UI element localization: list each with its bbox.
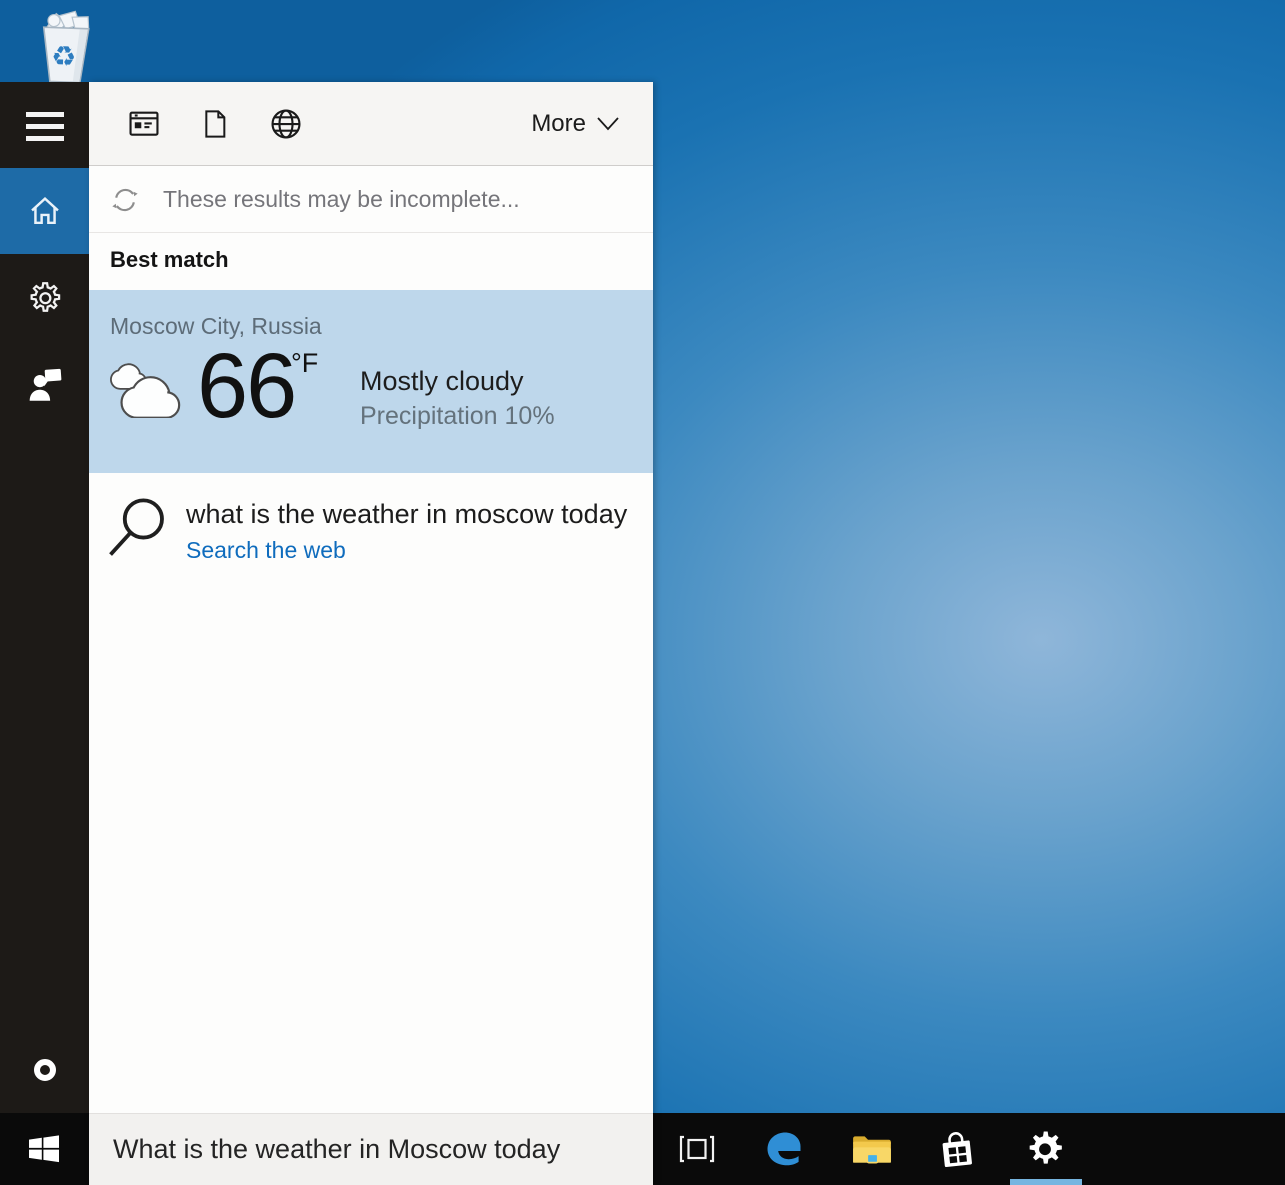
filter-web-button[interactable]	[269, 107, 303, 141]
more-dropdown[interactable]: More	[531, 110, 620, 138]
gear-icon	[1025, 1129, 1065, 1169]
cortana-button[interactable]	[0, 1040, 89, 1100]
sidebar-item-menu[interactable]	[0, 96, 89, 156]
section-header-best-match: Best match	[110, 247, 229, 273]
weather-condition: Mostly cloudy	[360, 366, 524, 397]
filter-apps-button[interactable]	[127, 107, 161, 141]
screen: ♻	[0, 0, 1285, 1185]
weather-precipitation: Precipitation 10%	[360, 402, 555, 431]
svg-text:♻: ♻	[51, 39, 77, 73]
cortana-circle-icon	[34, 1059, 56, 1081]
apps-icon	[127, 107, 161, 141]
globe-icon	[269, 107, 303, 141]
folder-icon	[851, 1132, 893, 1166]
store-icon	[937, 1128, 977, 1170]
file-explorer-button[interactable]	[842, 1113, 902, 1185]
incomplete-results-row[interactable]: These results may be incomplete...	[89, 167, 653, 233]
cortana-sidebar	[0, 82, 89, 1113]
chevron-down-icon	[596, 116, 620, 132]
filter-documents-button[interactable]	[198, 107, 232, 141]
home-icon	[27, 193, 63, 229]
weather-result-card[interactable]: Moscow City, Russia 66 °F Mostly cloudy …	[89, 290, 653, 473]
refresh-icon	[109, 184, 141, 216]
person-feedback-icon	[26, 365, 64, 403]
search-icon	[106, 496, 168, 562]
active-app-indicator	[1010, 1179, 1082, 1185]
document-icon	[199, 107, 231, 141]
status-text: These results may be incomplete...	[163, 186, 520, 213]
sidebar-item-home[interactable]	[0, 168, 89, 254]
windows-logo-icon	[27, 1133, 61, 1165]
search-input[interactable]	[89, 1114, 653, 1185]
edge-icon	[763, 1128, 805, 1170]
filter-toolbar: More	[89, 82, 653, 166]
gear-icon	[27, 280, 63, 316]
settings-button[interactable]	[1015, 1113, 1075, 1185]
edge-browser-button[interactable]	[754, 1113, 814, 1185]
sidebar-item-settings[interactable]	[0, 268, 89, 328]
search-the-web-link[interactable]: Search the web	[186, 537, 346, 564]
suggestion-query: what is the weather in moscow today	[186, 499, 627, 530]
web-search-suggestion[interactable]: what is the weather in moscow today Sear…	[89, 473, 653, 583]
mostly-cloudy-icon	[106, 356, 186, 418]
start-button[interactable]	[14, 1113, 74, 1185]
cortana-panel: More These results may be incomplete... …	[89, 82, 653, 1185]
store-button[interactable]	[927, 1113, 987, 1185]
search-box	[89, 1113, 653, 1185]
recycle-bin-icon[interactable]: ♻	[24, 4, 108, 90]
task-view-button[interactable]	[667, 1113, 727, 1185]
more-label: More	[531, 110, 586, 138]
hamburger-icon	[26, 105, 64, 148]
weather-unit: °F	[291, 348, 318, 379]
task-view-icon	[677, 1133, 717, 1165]
sidebar-item-feedback[interactable]	[0, 354, 89, 414]
weather-temperature: 66	[197, 340, 295, 432]
